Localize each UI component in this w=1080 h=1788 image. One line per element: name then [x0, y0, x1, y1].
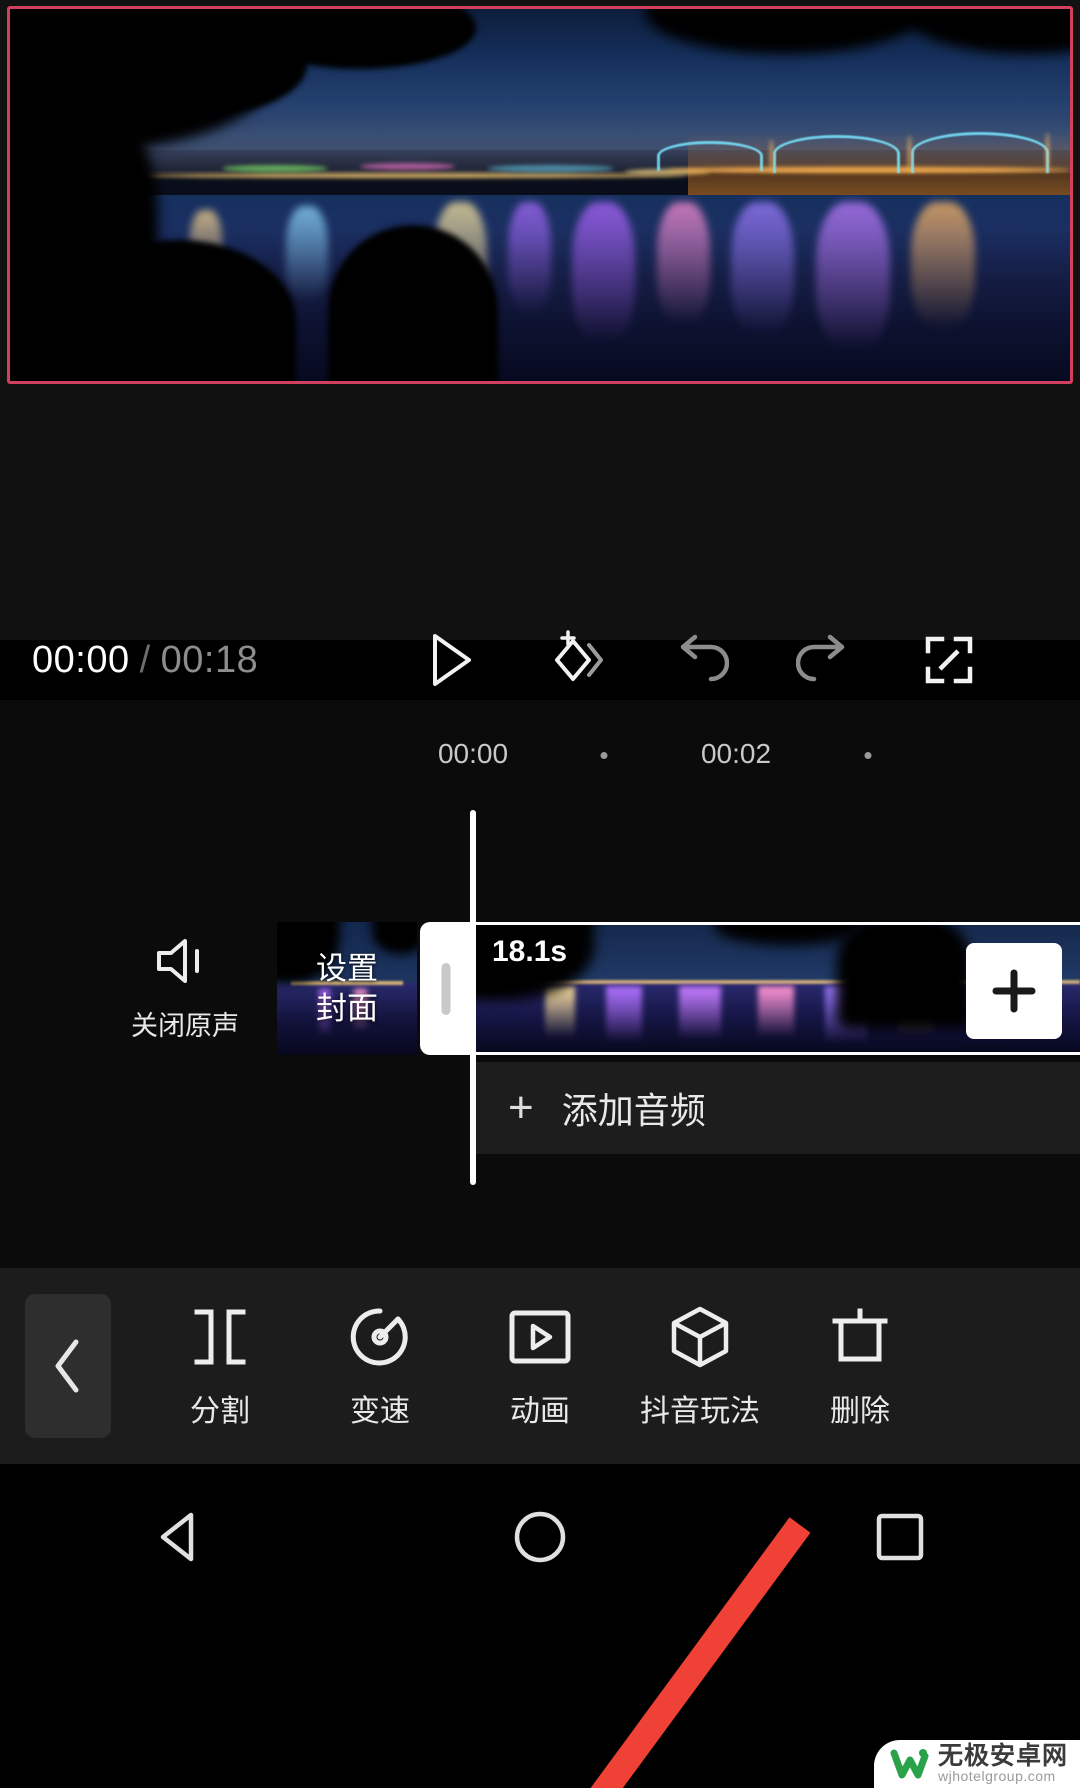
ruler-tick-label: 00:00	[437, 738, 509, 769]
toolbar-item-animation[interactable]: 动画	[460, 1268, 620, 1464]
trash-icon	[829, 1302, 891, 1372]
split-icon	[187, 1302, 253, 1372]
animation-icon	[506, 1302, 574, 1372]
android-home-button[interactable]	[485, 1484, 595, 1594]
add-clip-button[interactable]	[966, 943, 1062, 1039]
add-keyframe-button[interactable]	[545, 629, 607, 691]
add-audio-track[interactable]: + 添加音频	[470, 1062, 1080, 1154]
toolbar-item-split[interactable]: 分割	[140, 1268, 300, 1464]
redo-button[interactable]	[794, 629, 856, 691]
watermark-en-text: wjhotelgroup.com	[937, 1768, 1056, 1785]
clip-duration-label: 18.1s	[492, 935, 568, 968]
cover-label-line1: 设置	[316, 950, 378, 986]
cube-icon	[668, 1302, 732, 1372]
toolbar-back-button[interactable]	[25, 1294, 111, 1438]
plus-icon: +	[508, 1083, 534, 1132]
timecode-display: 00:00 / 00:18	[32, 620, 258, 700]
timeline-ruler[interactable]: 00:00 00:02	[0, 738, 1080, 788]
android-nav-bar: 无极安卓网 wjhotelgroup.com	[0, 1464, 1080, 1788]
toolbar-items: 分割 变速 动画 抖音玩法 删除	[140, 1268, 1080, 1464]
video-preview-frame[interactable]	[7, 6, 1073, 384]
preview-area	[0, 0, 1080, 640]
player-toolbar: 00:00 / 00:18	[0, 620, 1080, 700]
ruler-tick-dot	[864, 752, 872, 759]
timeline-panel[interactable]: 00:00 00:02 关闭原声 设置 封面 18.1s + 添加音频	[0, 700, 1080, 1788]
player-controls	[420, 620, 980, 700]
circle-icon	[512, 1509, 568, 1570]
cover-label: 设置 封面	[277, 922, 417, 1055]
watermark-cn-text: 无极安卓网	[937, 1742, 1068, 1771]
cover-label-line2: 封面	[316, 990, 378, 1026]
mute-label: 关闭原声	[131, 1010, 239, 1041]
site-watermark: 无极安卓网 wjhotelgroup.com	[873, 1740, 1080, 1788]
video-still	[10, 9, 1070, 381]
clip-trim-handle-left[interactable]	[420, 922, 472, 1055]
toolbar-item-label: 变速	[350, 1395, 410, 1428]
selected-clip-container[interactable]: 18.1s	[420, 922, 1080, 1055]
fullscreen-button[interactable]	[918, 629, 980, 691]
w-logo-icon	[890, 1744, 930, 1784]
speaker-mute-icon	[153, 935, 217, 992]
add-audio-label: 添加音频	[561, 1090, 706, 1131]
toolbar-item-label: 删除	[830, 1395, 890, 1428]
android-recents-button[interactable]	[845, 1484, 955, 1594]
clip-edit-toolbar: 分割 变速 动画 抖音玩法 删除	[0, 1268, 1080, 1464]
video-clip[interactable]: 18.1s	[472, 922, 1080, 1055]
toolbar-item-label: 动画	[510, 1395, 570, 1428]
triangle-left-icon	[153, 1509, 207, 1570]
toolbar-item-label: 分割	[190, 1395, 250, 1428]
speed-icon	[348, 1302, 412, 1372]
playhead[interactable]	[470, 810, 476, 1185]
play-button[interactable]	[420, 629, 482, 691]
ruler-tick-dot	[600, 752, 608, 759]
ruler-tick-label: 00:02	[700, 738, 772, 769]
current-time: 00:00	[32, 638, 130, 681]
set-cover-button[interactable]: 设置 封面	[277, 922, 417, 1055]
android-back-button[interactable]	[125, 1484, 235, 1594]
trim-handle-grip	[441, 962, 451, 1015]
toolbar-item-delete[interactable]: 删除	[780, 1268, 940, 1464]
total-time: 00:18	[160, 638, 259, 681]
time-separator: /	[139, 638, 151, 681]
toolbar-item-speed[interactable]: 变速	[300, 1268, 460, 1464]
square-icon	[874, 1511, 926, 1568]
mute-original-audio-button[interactable]: 关闭原声	[120, 922, 250, 1055]
video-track-row: 关闭原声 设置 封面 18.1s	[0, 922, 1080, 1055]
toolbar-item-label: 抖音玩法	[640, 1395, 760, 1428]
toolbar-item-douyin-play[interactable]: 抖音玩法	[620, 1268, 780, 1464]
undo-button[interactable]	[669, 629, 731, 691]
